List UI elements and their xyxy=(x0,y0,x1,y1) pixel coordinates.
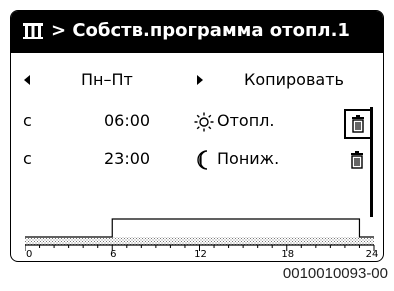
sun-icon xyxy=(194,112,214,132)
timeline-tick-label: 24 xyxy=(366,249,379,259)
trash-icon xyxy=(352,115,364,133)
entry-prefix: с xyxy=(23,111,32,130)
entry-prefix: с xyxy=(23,149,32,168)
trash-icon[interactable] xyxy=(351,151,363,169)
schedule-entry[interactable]: с 06:00 Отопл. xyxy=(11,108,383,138)
schedule-entry[interactable]: с 23:00 Пониж. xyxy=(11,146,383,176)
moon-icon xyxy=(197,150,208,170)
entry-time[interactable]: 06:00 xyxy=(104,111,150,130)
heating-timeline: 0 6 12 18 24 xyxy=(25,218,379,259)
delete-button-selected[interactable] xyxy=(344,109,372,139)
copy-button[interactable]: Копировать xyxy=(244,70,344,89)
arrow-right-icon[interactable] xyxy=(197,75,203,85)
entry-time[interactable]: 23:00 xyxy=(104,149,150,168)
entry-mode[interactable]: Пониж. xyxy=(217,149,279,168)
timeline-tick-label: 6 xyxy=(110,249,116,259)
page-title: > Собств.программа отопл.1 xyxy=(51,20,350,41)
timeline-tick-label: 12 xyxy=(194,249,207,259)
timeline-tick-label: 18 xyxy=(281,249,294,259)
timeline-tick-label: 0 xyxy=(26,249,32,259)
figure-code: 0010010093-00 xyxy=(282,265,388,282)
list-menu-icon[interactable] xyxy=(23,22,43,40)
timeline-profile xyxy=(25,218,374,238)
arrow-left-icon[interactable] xyxy=(24,75,30,85)
timeline-fill xyxy=(25,237,374,245)
title-bar: > Собств.программа отопл.1 xyxy=(11,11,383,53)
day-label[interactable]: Пн–Пт xyxy=(81,70,133,89)
scrollbar[interactable] xyxy=(370,107,373,217)
display-screen: > Собств.программа отопл.1 Пн–Пт Копиров… xyxy=(10,10,384,262)
entry-mode[interactable]: Отопл. xyxy=(217,111,274,130)
day-selector-row: Пн–Пт Копировать xyxy=(11,66,383,96)
